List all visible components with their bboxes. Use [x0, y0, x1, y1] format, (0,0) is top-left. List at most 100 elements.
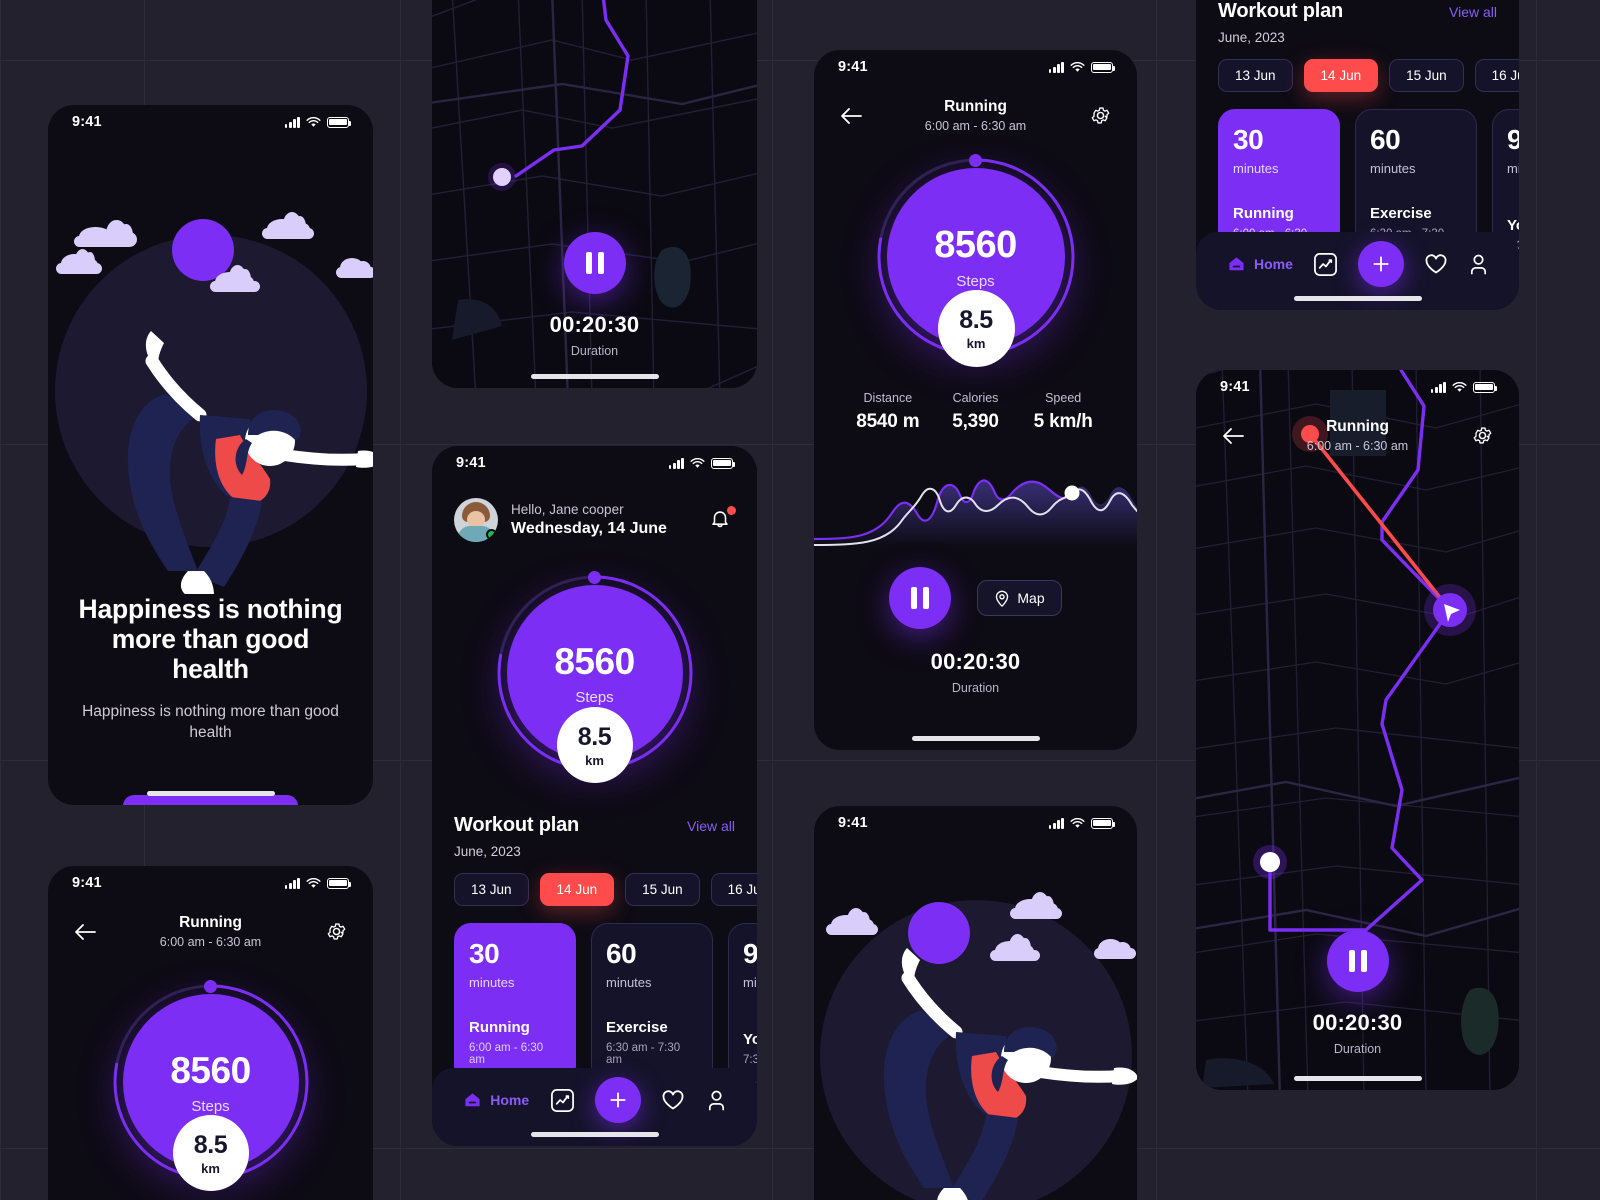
pause-button[interactable]: [1326, 930, 1389, 992]
view-all-link[interactable]: View all: [1449, 4, 1497, 20]
workout-time: 7:3: [743, 1054, 757, 1066]
wifi-icon: [1070, 61, 1085, 72]
steps-value: 8560: [170, 1049, 251, 1091]
tracking-duration: 00:20:30 Duration: [432, 312, 757, 358]
add-workout-fab[interactable]: [594, 1077, 641, 1123]
home-indicator: [1293, 296, 1422, 301]
screen-running-detail-cropped: 9:41 Running 6:00 am - 6:30 am 8560 Step…: [48, 866, 373, 1200]
stat-value: 5 km/h: [1033, 411, 1093, 432]
nav-item-home[interactable]: Home: [1226, 254, 1293, 274]
battery-icon: [1091, 61, 1116, 73]
heart-icon: [1425, 254, 1447, 274]
tracking-control-row: [432, 232, 757, 294]
workout-name: Yo: [743, 1031, 757, 1048]
screen-running-stats: 9:41 Running 6:00 am - 6:30 am 8560 Step…: [814, 50, 1137, 750]
wifi-icon: [690, 457, 705, 468]
running-duration: 00:20:30 Duration: [814, 649, 1137, 695]
signal-icon: [1430, 381, 1446, 393]
nav-item-profile[interactable]: [706, 1089, 727, 1112]
running-time-range: 6:00 am - 6:30 am: [1306, 439, 1409, 453]
date-chip[interactable]: 16 Jun: [1474, 59, 1519, 92]
tracking-controls: 00:20:30 Duration: [432, 210, 757, 388]
duration-value: 00:20:30: [549, 312, 640, 337]
workout-name: Exercise: [606, 1019, 668, 1036]
signal-icon: [284, 877, 300, 889]
avatar[interactable]: [454, 498, 498, 542]
date-chip[interactable]: 15 Jun: [625, 873, 700, 906]
workout-card[interactable]: 9 mi Yo 7:3: [728, 923, 757, 1083]
workout-unit: minutes: [469, 975, 515, 990]
nav-item-favorites[interactable]: [661, 1089, 685, 1111]
notification-bell-icon[interactable]: [709, 506, 736, 533]
yoga-illustration: [814, 840, 1137, 1200]
settings-gear-icon[interactable]: [1087, 103, 1113, 129]
ring-progress-dot: [587, 571, 601, 584]
distance-badge: 8.5 km: [937, 290, 1015, 367]
wifi-icon: [1452, 381, 1467, 392]
wifi-icon: [1070, 817, 1085, 828]
screen-map-tracking: 00:20:30 Duration: [432, 0, 757, 388]
date-chip[interactable]: 14 Jun: [1303, 59, 1379, 92]
nav-item-profile[interactable]: [1468, 253, 1489, 276]
settings-gear-icon[interactable]: [323, 919, 349, 945]
running-header: Running 6:00 am - 6:30 am: [1196, 404, 1519, 453]
pause-button[interactable]: [889, 567, 952, 629]
home-icon: [465, 1093, 480, 1107]
home-indicator: [911, 736, 1040, 741]
workout-unit: mi: [743, 975, 757, 990]
date-chip[interactable]: 13 Jun: [454, 873, 529, 906]
greeting-date: Wednesday, 14 June: [511, 520, 667, 537]
map-button[interactable]: Map: [977, 580, 1062, 616]
nav-item-stats[interactable]: [1313, 252, 1338, 277]
add-workout-fab[interactable]: [1357, 241, 1404, 287]
status-bar: 9:41: [48, 105, 373, 139]
date-chip[interactable]: 13 Jun: [1218, 59, 1293, 92]
nav-item-home[interactable]: Home: [462, 1090, 529, 1110]
nav-item-stats[interactable]: [550, 1088, 575, 1113]
nav-item-favorites[interactable]: [1424, 253, 1448, 275]
workout-unit: minutes: [1233, 161, 1279, 176]
km-unit: km: [966, 336, 986, 351]
workout-name: Yo: [1507, 217, 1519, 234]
status-bar: 9:41: [432, 446, 757, 480]
status-time: 9:41: [1220, 379, 1250, 395]
stat-distance: Distance 8540 m: [844, 391, 932, 433]
chart-icon: [1313, 252, 1337, 276]
home-indicator: [530, 374, 659, 379]
back-button[interactable]: [72, 919, 98, 945]
status-icons: [284, 877, 352, 889]
pause-button[interactable]: [563, 232, 626, 294]
onboarding-title: Happiness is nothing more than good heal…: [78, 594, 343, 685]
stat-value: 5,390: [952, 411, 999, 432]
view-all-link[interactable]: View all: [687, 818, 735, 834]
status-bar: 9:41: [814, 50, 1137, 84]
get-started-button[interactable]: Get Started: [123, 795, 298, 805]
date-chip[interactable]: 16 Jun: [710, 873, 757, 906]
home-icon: [1229, 257, 1244, 271]
date-chip[interactable]: 15 Jun: [1389, 59, 1464, 92]
stat-value: 8540 m: [856, 411, 920, 432]
stat-label: Distance: [863, 391, 913, 405]
km-value: 8.5: [959, 306, 993, 334]
duration-label: Duration: [951, 681, 1000, 695]
workout-time: 6:30 am - 7:30 am: [606, 1042, 681, 1066]
ring-progress-dot: [968, 154, 982, 167]
back-button[interactable]: [838, 103, 864, 129]
screen-workout-plan: Workout plan View all June, 2023 13 Jun 1…: [1196, 0, 1519, 310]
tracking-duration: 00:20:30 Duration: [1196, 1010, 1519, 1056]
settings-gear-icon[interactable]: [1469, 423, 1495, 449]
km-unit: km: [585, 752, 604, 768]
status-icons: [284, 116, 352, 128]
workout-unit: minutes: [606, 975, 652, 990]
workout-name: Running: [469, 1019, 530, 1036]
greeting-row: Hello, Jane cooper Wednesday, 14 June: [432, 480, 757, 542]
nav-label-home: Home: [1254, 256, 1293, 272]
back-button[interactable]: [1220, 423, 1246, 449]
status-icons: [668, 457, 736, 469]
status-bar: 9:41: [1196, 370, 1519, 404]
workout-card[interactable]: 60 minutes Exercise 6:30 am - 7:30 am: [591, 923, 713, 1083]
date-chip[interactable]: 14 Jun: [539, 873, 615, 906]
battery-icon: [711, 457, 736, 469]
status-time: 9:41: [838, 59, 868, 75]
workout-card[interactable]: 30 minutes Running 6:00 am - 6:30 am: [454, 923, 576, 1083]
